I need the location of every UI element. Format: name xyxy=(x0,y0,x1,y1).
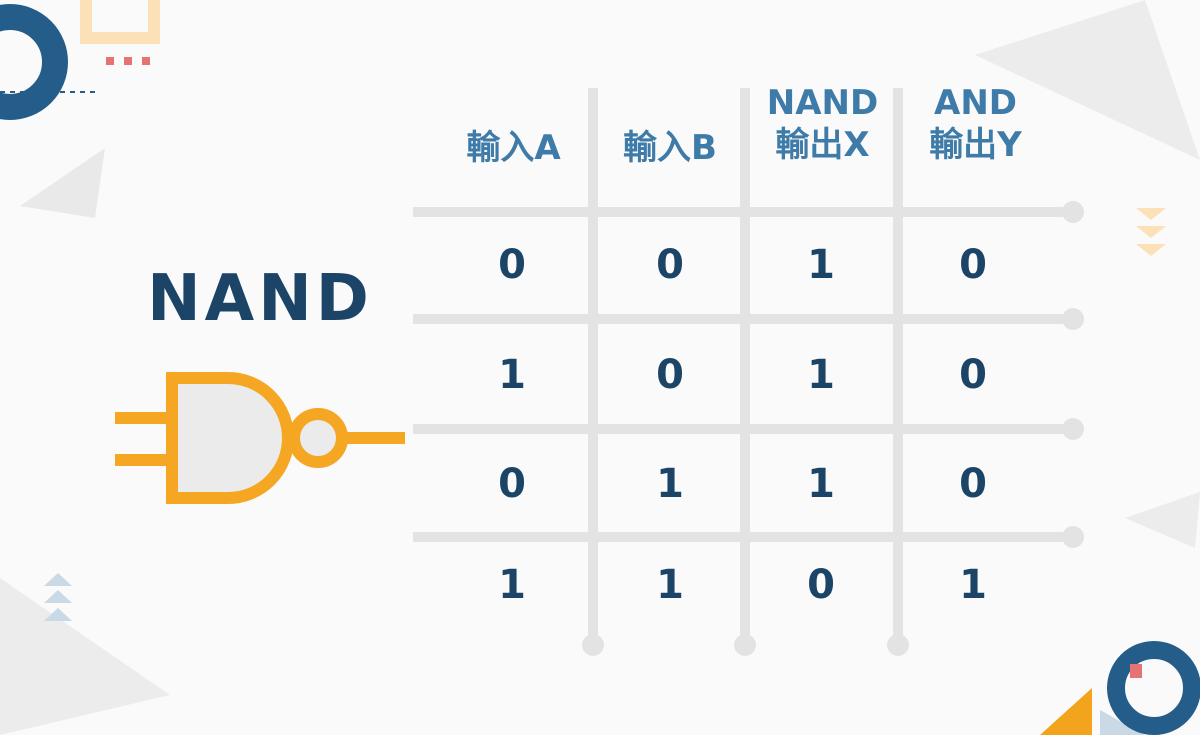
table-cell: 0 xyxy=(498,242,526,288)
header-input-b: 輸入B xyxy=(600,127,740,169)
header-input-a-label: 輸入A xyxy=(466,128,561,168)
table-cell: 0 xyxy=(498,461,526,507)
deco-square-top xyxy=(80,0,160,44)
table-cell: 0 xyxy=(656,352,684,398)
deco-triangle-orange xyxy=(1040,688,1092,735)
header-nand-output: NAND 輸出X xyxy=(750,82,895,166)
gate-inversion-bubble xyxy=(288,408,348,468)
gate-body xyxy=(166,372,294,504)
header-input-b-label: 輸入B xyxy=(623,128,717,168)
deco-square-red xyxy=(1130,664,1142,678)
table-cell: 1 xyxy=(807,352,835,398)
header-and-output: AND 輸出Y xyxy=(903,82,1048,166)
table-cell: 0 xyxy=(807,562,835,608)
header-nand-output-line2: 輸出X xyxy=(775,125,870,165)
table-cell: 1 xyxy=(656,562,684,608)
grid-row-end-dot xyxy=(1062,418,1084,440)
table-cell: 0 xyxy=(656,242,684,288)
table-cell: 0 xyxy=(959,461,987,507)
deco-ring-bottom-right xyxy=(1107,641,1200,735)
table-cell: 1 xyxy=(959,562,987,608)
grid-col-end-dot xyxy=(582,634,604,656)
deco-triangle-right-gray xyxy=(1125,492,1200,548)
header-and-output-line1: AND xyxy=(934,83,1017,123)
table-cell: 1 xyxy=(807,242,835,288)
table-cell: 1 xyxy=(656,461,684,507)
deco-dots-red xyxy=(106,57,150,65)
table-cell: 0 xyxy=(959,352,987,398)
grid-row-end-dot xyxy=(1062,526,1084,548)
deco-triangle-left-gray xyxy=(20,148,105,218)
grid-col-end-dot xyxy=(887,634,909,656)
table-cell: 1 xyxy=(498,352,526,398)
grid-row-end-dot xyxy=(1062,201,1084,223)
header-input-a: 輸入A xyxy=(441,127,586,169)
deco-chevrons-right xyxy=(1136,208,1166,256)
table-cell: 0 xyxy=(959,242,987,288)
table-cell: 1 xyxy=(807,461,835,507)
grid-row-end-dot xyxy=(1062,308,1084,330)
grid-col-end-dot xyxy=(734,634,756,656)
table-cell: 1 xyxy=(498,562,526,608)
gate-title: NAND xyxy=(147,262,373,336)
header-nand-output-line1: NAND xyxy=(766,83,879,123)
header-and-output-line2: 輸出Y xyxy=(929,125,1022,165)
deco-triangle-bottom-left-gray xyxy=(0,578,170,735)
nand-gate-symbol xyxy=(115,372,405,504)
deco-ring-top-left xyxy=(0,4,68,120)
